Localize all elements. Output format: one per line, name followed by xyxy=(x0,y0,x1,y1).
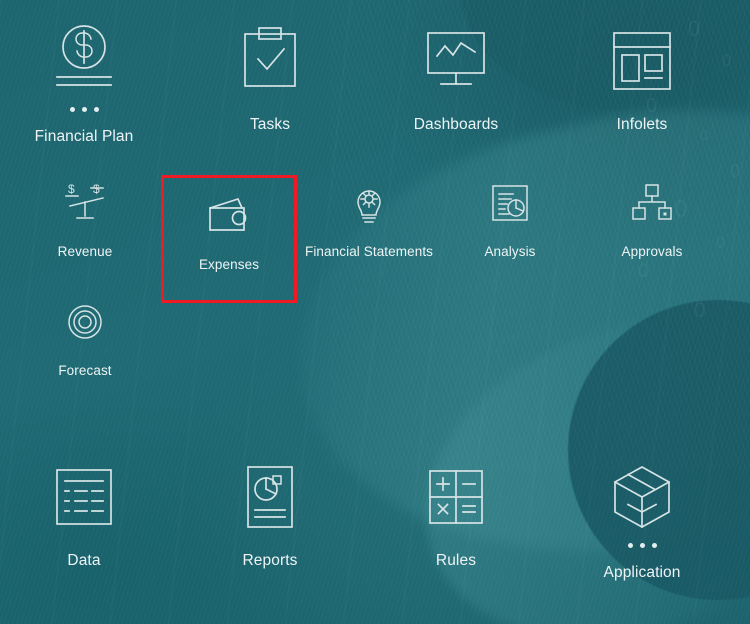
card-reports[interactable]: Reports xyxy=(186,458,354,570)
card-expenses[interactable]: Expenses xyxy=(161,175,297,303)
card-label: Application xyxy=(603,564,681,581)
card-forecast[interactable]: Forecast xyxy=(17,295,153,378)
card-label: Infolets xyxy=(616,116,668,133)
card-icon-column xyxy=(426,458,486,536)
cube-icon xyxy=(609,458,675,536)
card-label: Financial Plan xyxy=(34,128,134,145)
card-label: Data xyxy=(67,552,101,569)
table-list-icon xyxy=(53,458,115,536)
card-icon-column xyxy=(423,22,489,100)
svg-text:$: $ xyxy=(68,182,75,196)
card-grid: Financial Plan Tasks Dashboards Infolets… xyxy=(0,0,750,624)
card-label: Analysis xyxy=(484,244,536,259)
wallet-icon xyxy=(206,189,252,243)
card-label: Revenue xyxy=(57,244,113,259)
monitor-chart-icon xyxy=(423,22,489,100)
card-financial-plan[interactable]: Financial Plan xyxy=(0,22,168,146)
card-infolets[interactable]: Infolets xyxy=(558,22,726,134)
card-label: Expenses xyxy=(198,257,260,272)
card-icon-column xyxy=(489,176,531,230)
card-icon-column xyxy=(239,22,301,100)
card-revenue[interactable]: $ $ Revenue xyxy=(17,176,153,259)
card-icon-column xyxy=(610,22,674,100)
card-icon-column xyxy=(49,22,119,112)
card-icon-column xyxy=(65,295,105,349)
card-label: Forecast xyxy=(58,363,112,378)
clipboard-check-icon xyxy=(239,22,301,100)
card-dashboards[interactable]: Dashboards xyxy=(372,22,540,134)
dollar-circle-ledger-icon xyxy=(49,22,119,100)
card-label: Rules xyxy=(435,552,477,569)
card-rules[interactable]: Rules xyxy=(372,458,540,570)
card-label: Approvals xyxy=(621,244,683,259)
card-approvals[interactable]: Approvals xyxy=(584,176,720,259)
card-icon-column xyxy=(206,189,252,243)
overflow-dots-icon[interactable] xyxy=(609,543,675,548)
calculator-grid-icon xyxy=(426,458,486,536)
card-icon-column: $ $ xyxy=(58,176,112,230)
balance-scale-dollar-icon: $ $ xyxy=(58,176,112,230)
card-icon-column xyxy=(609,458,675,548)
card-label: Reports xyxy=(242,552,298,569)
card-icon-column xyxy=(350,176,388,230)
report-pie-icon xyxy=(489,176,531,230)
card-label: Financial Statements xyxy=(304,244,434,259)
lightbulb-gear-icon xyxy=(350,176,388,230)
card-analysis[interactable]: Analysis xyxy=(442,176,578,259)
card-label: Tasks xyxy=(249,116,291,133)
card-icon-column xyxy=(53,458,115,536)
hierarchy-icon xyxy=(630,176,674,230)
target-rings-icon xyxy=(65,295,105,349)
card-data[interactable]: Data xyxy=(0,458,168,570)
navigation-home-screen: 000000000 Financial Plan Tasks Dashboard… xyxy=(0,0,750,624)
card-application[interactable]: Application xyxy=(558,458,726,582)
svg-text:$: $ xyxy=(93,182,100,196)
card-tasks[interactable]: Tasks xyxy=(186,22,354,134)
overflow-dots-icon[interactable] xyxy=(49,107,119,112)
document-pie-icon xyxy=(243,458,297,536)
card-icon-column xyxy=(243,458,297,536)
layout-panels-icon xyxy=(610,22,674,100)
card-financial-statements[interactable]: Financial Statements xyxy=(301,176,437,259)
card-icon-column xyxy=(630,176,674,230)
card-label: Dashboards xyxy=(413,116,499,133)
